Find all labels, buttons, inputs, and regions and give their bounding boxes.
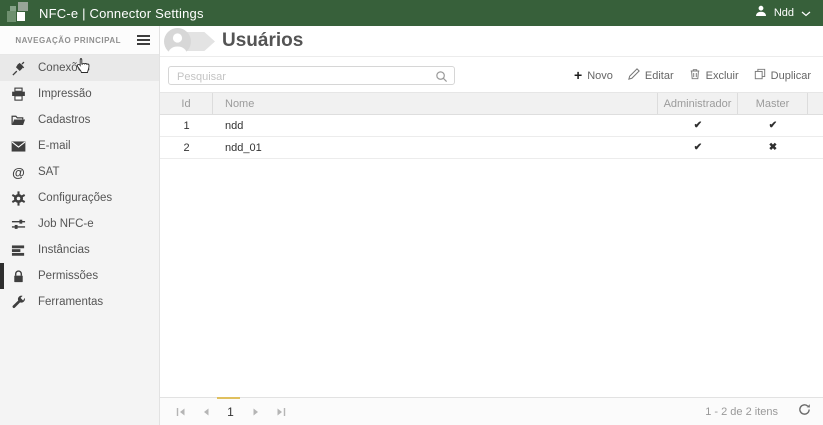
sliders-icon <box>10 217 27 232</box>
column-header-spare <box>808 93 823 114</box>
cell-administrador: ✔ <box>658 137 738 158</box>
column-header-administrador[interactable]: Administrador <box>658 93 738 114</box>
printer-icon <box>10 87 27 102</box>
sidebar-item-permissoes[interactable]: Permissões <box>0 263 159 289</box>
refresh-icon[interactable] <box>798 403 811 421</box>
sidebar-header: NAVEGAÇÃO PRINCIPAL <box>0 26 159 55</box>
page-header: Usuários <box>160 26 823 57</box>
sidebar-item-sat[interactable]: @ SAT <box>0 159 159 185</box>
cross-icon: ✖ <box>768 142 778 153</box>
cell-master: ✔ <box>738 115 808 136</box>
grid-pager: 1 1 - 2 de 2 itens <box>160 397 823 425</box>
current-page[interactable]: 1 <box>222 405 239 419</box>
prev-page-button[interactable] <box>197 403 214 420</box>
app-window: NFC-e | Connector Settings Ndd NAVEGAÇÃO… <box>0 0 823 425</box>
trash-icon <box>689 68 701 83</box>
plus-icon: + <box>574 67 583 83</box>
gear-icon <box>10 190 27 206</box>
user-menu[interactable]: Ndd <box>755 4 811 22</box>
nav-header-label: NAVEGAÇÃO PRINCIPAL <box>15 35 121 45</box>
current-page-indicator <box>217 397 240 399</box>
user-avatar-icon <box>164 28 191 55</box>
pencil-icon <box>627 68 640 83</box>
search-input[interactable] <box>169 68 454 86</box>
check-icon: ✔ <box>768 120 778 131</box>
table-row[interactable]: 1 ndd ✔ ✔ <box>160 115 823 137</box>
pager-nav: 1 <box>172 403 289 420</box>
envelope-icon <box>10 140 27 152</box>
chevron-down-icon <box>801 4 811 22</box>
toolbar-row: + Novo Editar Excluir <box>160 57 823 92</box>
grid-header: Id Nome Administrador Master <box>160 92 823 115</box>
pager-right: 1 - 2 de 2 itens <box>705 403 811 421</box>
pager-items-info: 1 - 2 de 2 itens <box>705 405 778 418</box>
first-page-button[interactable] <box>172 403 189 420</box>
sidebar-item-label: Cadastros <box>38 114 91 126</box>
sidebar-item-job-nfce[interactable]: Job NFC-e <box>0 211 159 237</box>
check-icon: ✔ <box>693 120 703 131</box>
check-icon: ✔ <box>693 142 703 153</box>
sidebar-item-instancias[interactable]: Instâncias <box>0 237 159 263</box>
search-box <box>168 66 455 88</box>
column-header-nome[interactable]: Nome <box>213 93 658 114</box>
sidebar-item-label: E-mail <box>38 140 71 152</box>
users-grid: Id Nome Administrador Master 1 ndd ✔ ✔ 2… <box>160 92 823 159</box>
cell-spare <box>808 115 823 136</box>
sidebar-item-ferramentas[interactable]: Ferramentas <box>0 289 159 315</box>
grid-toolbar: + Novo Editar Excluir Duplicar <box>574 68 811 83</box>
new-button-label: Novo <box>587 69 613 82</box>
sidebar-item-label: Instâncias <box>38 244 90 256</box>
cell-spare <box>808 137 823 158</box>
cell-nome: ndd <box>225 119 244 132</box>
sidebar-item-label: SAT <box>38 166 60 178</box>
new-button[interactable]: + Novo <box>574 67 613 83</box>
cell-nome: ndd_01 <box>225 141 262 154</box>
sidebar-item-label: Ferramentas <box>38 296 104 308</box>
column-header-id[interactable]: Id <box>160 93 213 114</box>
main-content: Usuários + Novo Editar <box>160 26 823 425</box>
cell-administrador: ✔ <box>658 115 738 136</box>
search-icon[interactable] <box>435 70 448 88</box>
app-title: NFC-e | Connector Settings <box>39 5 204 21</box>
column-header-master[interactable]: Master <box>738 93 808 114</box>
mouse-cursor-hand <box>76 57 90 79</box>
delete-button-label: Excluir <box>705 69 739 82</box>
cell-id: 1 <box>183 119 190 132</box>
last-page-button[interactable] <box>272 403 289 420</box>
sidebar-item-label: Job NFC-e <box>38 218 94 230</box>
sidebar-item-label: Configurações <box>38 192 113 204</box>
hamburger-icon[interactable] <box>137 35 150 45</box>
page-title: Usuários <box>222 30 304 51</box>
sidebar-item-label: Permissões <box>38 270 99 282</box>
duplicate-icon <box>754 68 766 83</box>
sidebar: NAVEGAÇÃO PRINCIPAL Conexões Impressão C… <box>0 26 160 425</box>
duplicate-button[interactable]: Duplicar <box>754 68 811 83</box>
table-row[interactable]: 2 ndd_01 ✔ ✖ <box>160 137 823 159</box>
user-icon <box>755 4 767 22</box>
duplicate-button-label: Duplicar <box>770 69 811 82</box>
next-page-button[interactable] <box>247 403 264 420</box>
user-name: Ndd <box>773 7 794 19</box>
lock-icon <box>10 269 27 284</box>
sidebar-item-email[interactable]: E-mail <box>0 133 159 159</box>
sidebar-item-label: Impressão <box>38 88 92 100</box>
sidebar-item-configuracoes[interactable]: Configurações <box>0 185 159 211</box>
cell-master: ✖ <box>738 137 808 158</box>
wrench-icon <box>10 295 27 310</box>
topbar: NFC-e | Connector Settings Ndd <box>0 0 823 26</box>
folder-icon <box>10 113 27 128</box>
stack-icon <box>10 243 27 258</box>
header-arrow-shape <box>187 32 215 51</box>
edit-button[interactable]: Editar <box>627 68 674 83</box>
sidebar-item-impressao[interactable]: Impressão <box>0 81 159 107</box>
plug-icon <box>10 61 27 76</box>
ndd-squares-logo <box>6 2 30 24</box>
at-icon: @ <box>12 164 25 180</box>
cell-id: 2 <box>183 141 190 154</box>
delete-button[interactable]: Excluir <box>689 68 739 83</box>
edit-button-label: Editar <box>644 69 674 82</box>
sidebar-item-cadastros[interactable]: Cadastros <box>0 107 159 133</box>
